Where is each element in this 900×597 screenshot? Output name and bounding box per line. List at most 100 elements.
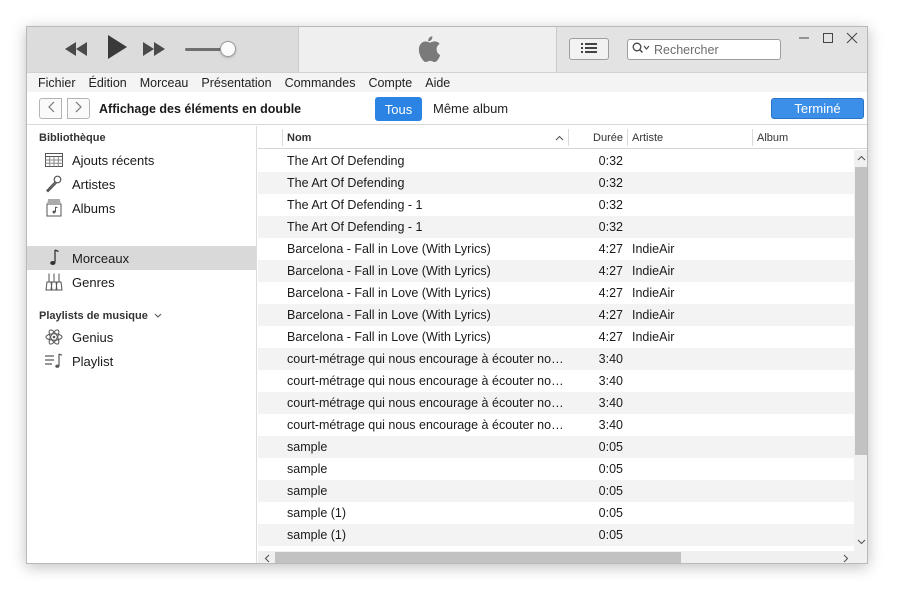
sort-ascending-icon[interactable] (555, 126, 564, 149)
table-row[interactable]: court-métrage qui nous encourage à écout… (258, 414, 854, 436)
table-row[interactable]: Barcelona - Fall in Love (With Lyrics) 4:… (258, 326, 854, 348)
column-header-name[interactable]: Nom (287, 126, 311, 149)
sidebar-item-label: Ajouts récents (72, 152, 155, 168)
sidebar-item-genius[interactable]: Genius (27, 325, 256, 349)
cell-duration: 0:05 (598, 506, 623, 520)
right-tools (557, 27, 867, 72)
cell-duration: 0:32 (598, 198, 623, 212)
cell-name: Barcelona - Fall in Love (With Lyrics) (287, 286, 491, 300)
cell-duration: 4:27 (598, 286, 623, 300)
column-separator (282, 129, 283, 146)
scroll-right-icon[interactable] (838, 551, 853, 563)
vertical-scroll-thumb[interactable] (855, 167, 867, 455)
search-input[interactable] (654, 42, 772, 57)
volume-slider-knob[interactable] (220, 41, 236, 57)
cell-duration: 4:27 (598, 308, 623, 322)
guitar-icon (44, 273, 64, 291)
table-row[interactable]: court-métrage qui nous encourage à écout… (258, 370, 854, 392)
play-icon[interactable] (107, 35, 127, 59)
menu-bar: Fichier Édition Morceau Présentation Com… (27, 72, 867, 92)
table-row[interactable]: Barcelona - Fall in Love (With Lyrics) 4:… (258, 260, 854, 282)
table-row[interactable]: sample 0:05 (258, 480, 854, 502)
list-view-button[interactable] (569, 38, 609, 60)
table-row[interactable]: Barcelona - Fall in Love (With Lyrics) 4:… (258, 282, 854, 304)
table-row[interactable]: sample (1) 0:05 (258, 502, 854, 524)
menu-presentation[interactable]: Présentation (201, 76, 271, 90)
chevron-down-icon (154, 310, 162, 322)
maximize-icon[interactable] (817, 29, 839, 47)
list-icon (581, 42, 597, 57)
songs-table: Nom Durée Artiste Album The Art Of Defen… (258, 126, 867, 563)
vertical-scrollbar[interactable] (854, 150, 867, 551)
search-box[interactable] (627, 39, 781, 60)
sidebar-item-albums[interactable]: Albums (27, 196, 256, 220)
atom-icon (44, 328, 64, 346)
menu-commandes[interactable]: Commandes (285, 76, 356, 90)
table-row[interactable]: sample 0:05 (258, 436, 854, 458)
playlists-heading[interactable]: Playlists de musique (39, 310, 162, 322)
cell-name: The Art Of Defending (287, 154, 405, 168)
cell-name: Barcelona - Fall in Love (With Lyrics) (287, 330, 491, 344)
cell-duration: 0:32 (598, 176, 623, 190)
horizontal-scroll-thumb[interactable] (275, 552, 681, 563)
table-row[interactable]: The Art Of Defending 0:32 (258, 172, 854, 194)
cell-duration: 4:27 (598, 330, 623, 344)
cell-name: Barcelona - Fall in Love (With Lyrics) (287, 242, 491, 256)
table-row[interactable]: The Art Of Defending 0:32 (258, 150, 854, 172)
segment-tous[interactable]: Tous (375, 97, 422, 121)
fast-forward-icon[interactable] (143, 39, 165, 59)
forward-button[interactable] (67, 98, 90, 119)
column-header-album[interactable]: Album (757, 126, 788, 149)
cell-name: Barcelona - Fall in Love (With Lyrics) (287, 264, 491, 278)
menu-morceau[interactable]: Morceau (140, 76, 189, 90)
cell-artist: IndieAir (632, 330, 675, 344)
scroll-up-icon[interactable] (854, 151, 867, 165)
table-row[interactable]: sample (1) 0:05 (258, 524, 854, 546)
table-row[interactable]: The Art Of Defending - 1 0:32 (258, 194, 854, 216)
sidebar-item-genres[interactable]: Genres (27, 270, 256, 294)
menu-aide[interactable]: Aide (425, 76, 450, 90)
table-body: The Art Of Defending 0:32 The Art Of Defen… (258, 150, 854, 546)
cell-artist: IndieAir (632, 242, 675, 256)
sidebar-item-recent[interactable]: Ajouts récents (27, 148, 256, 172)
horizontal-scrollbar[interactable] (258, 551, 867, 563)
cell-duration: 0:05 (598, 528, 623, 542)
sidebar-item-label: Artistes (72, 176, 116, 192)
minimize-icon[interactable] (793, 29, 815, 47)
sidebar-item-artists[interactable]: Artistes (27, 172, 256, 196)
scroll-down-icon[interactable] (854, 535, 867, 549)
table-row[interactable]: The Art Of Defending - 1 0:32 (258, 216, 854, 238)
cell-duration: 0:32 (598, 220, 623, 234)
table-row[interactable]: Barcelona - Fall in Love (With Lyrics) 4:… (258, 238, 854, 260)
cell-duration: 3:40 (598, 418, 623, 432)
table-row[interactable]: court-métrage qui nous encourage à écout… (258, 392, 854, 414)
sidebar-item-playlist[interactable]: Playlist (27, 349, 256, 373)
column-header-duration[interactable]: Durée (568, 126, 623, 149)
column-header-artist[interactable]: Artiste (632, 126, 663, 149)
segment-meme-album[interactable]: Même album (433, 101, 508, 116)
cell-artist: IndieAir (632, 308, 675, 322)
music-note-icon (44, 249, 64, 267)
rewind-icon[interactable] (65, 39, 87, 59)
table-header: Nom Durée Artiste Album (258, 126, 867, 149)
sidebar-item-label: Morceaux (72, 250, 130, 266)
table-row[interactable]: court-métrage qui nous encourage à écout… (258, 348, 854, 370)
menu-compte[interactable]: Compte (368, 76, 412, 90)
sidebar-item-label: Genius (72, 329, 114, 345)
cell-duration: 3:40 (598, 396, 623, 410)
cell-name: court-métrage qui nous encourage à écout… (287, 396, 567, 410)
sidebar-item-songs[interactable]: Morceaux (27, 246, 256, 270)
table-row[interactable]: Barcelona - Fall in Love (With Lyrics) 4:… (258, 304, 854, 326)
column-separator (627, 129, 628, 146)
cell-duration: 3:40 (598, 374, 623, 388)
library-heading: Bibliothèque (39, 132, 106, 144)
back-button[interactable] (39, 98, 62, 119)
cell-name: The Art Of Defending (287, 176, 405, 190)
done-button[interactable]: Terminé (771, 98, 864, 119)
close-icon[interactable] (841, 29, 863, 47)
album-icon (44, 199, 64, 217)
table-row[interactable]: sample 0:05 (258, 458, 854, 480)
menu-edition[interactable]: Édition (89, 76, 127, 90)
menu-fichier[interactable]: Fichier (38, 76, 76, 90)
scroll-left-icon[interactable] (259, 551, 274, 563)
